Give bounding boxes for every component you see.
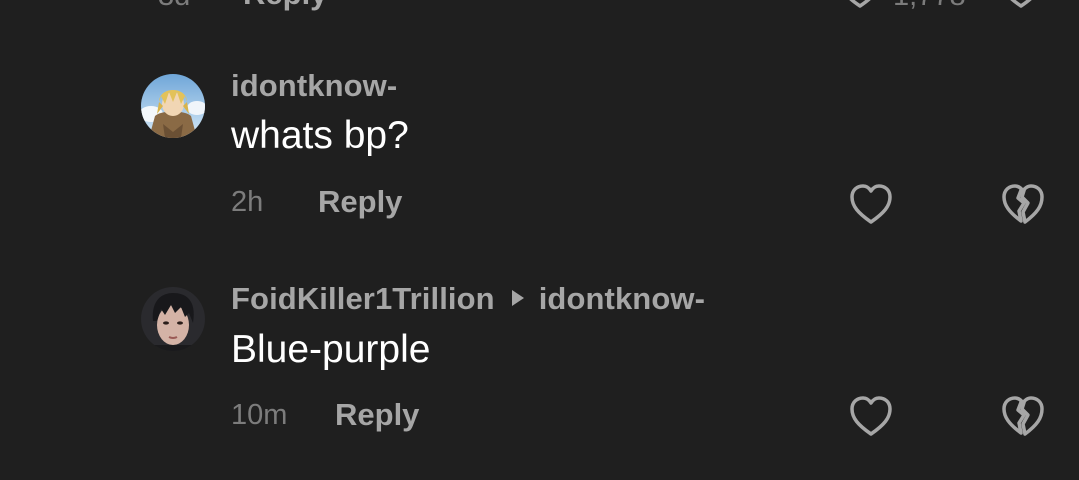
reply-arrow-icon [511,290,524,306]
reply-button[interactable]: Reply [318,184,402,220]
comment-timestamp: 10m [231,399,288,431]
heart-icon [850,184,892,224]
broken-heart-icon [1002,396,1044,436]
user-avatar[interactable] [141,74,205,138]
dislike-button[interactable] [1000,396,1046,438]
previous-comment-like-count: 1,778 [893,0,966,13]
like-button[interactable] [848,396,894,438]
reply-button[interactable]: Reply [335,397,419,433]
username-text[interactable]: idontknow- [231,68,397,103]
comment-text: whats bp? [231,114,409,157]
anime-character-avatar-icon [141,74,205,138]
dislike-button[interactable] [1000,184,1046,226]
previous-comment-dislike-icon[interactable] [1001,0,1041,8]
previous-comment-partial: 3d Reply 1,778 [0,0,1079,12]
like-button[interactable] [848,184,894,226]
previous-comment-reply-button[interactable]: Reply [243,0,327,12]
comment-text: Blue-purple [231,328,431,371]
comment-username: FoidKiller1Trillion idontknow- [231,281,705,317]
broken-heart-icon [1002,184,1044,224]
user-avatar[interactable] [141,287,205,351]
comment-timestamp: 2h [231,186,264,218]
replied-to-username[interactable]: idontknow- [539,281,705,316]
previous-comment-timestamp: 3d [158,0,190,13]
username-text[interactable]: FoidKiller1Trillion [231,281,495,316]
comment-username[interactable]: idontknow- [231,68,397,104]
previous-comment-like-icon[interactable] [840,0,880,8]
person-portrait-avatar-icon [141,287,205,351]
heart-icon [850,396,892,436]
